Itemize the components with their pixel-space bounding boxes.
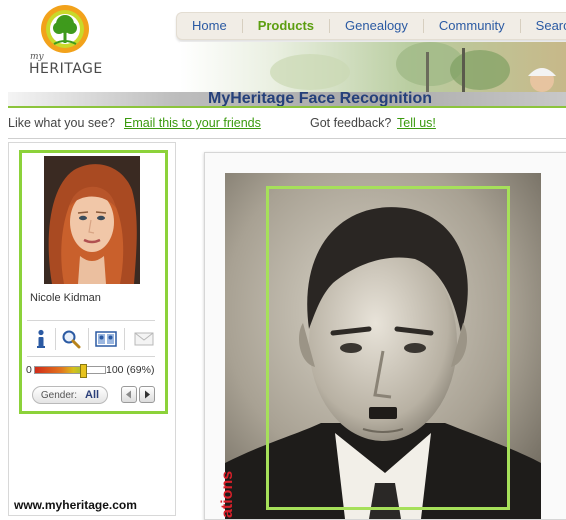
previous-match-button[interactable] [121, 386, 137, 403]
detected-face-box[interactable] [266, 186, 510, 510]
tool-divider [55, 328, 56, 350]
tree-logo-icon [41, 5, 89, 53]
feedback-prompt: Got feedback? [310, 116, 392, 130]
score-max-label: 100 (69%) [106, 364, 155, 376]
gender-label: Gender: [40, 389, 78, 401]
photo-caption: ations [219, 471, 236, 518]
envelope-icon[interactable] [133, 328, 155, 350]
arrow-right-icon [145, 390, 150, 399]
nav-products[interactable]: Products [243, 19, 331, 33]
title-underline [8, 106, 566, 108]
info-icon[interactable] [30, 328, 52, 350]
email-friends-link[interactable]: Email this to your friends [124, 116, 261, 130]
tool-divider [88, 328, 89, 350]
gender-filter-button[interactable]: Gender: All [32, 386, 108, 404]
card-divider [27, 320, 155, 321]
similarity-score-fill [35, 367, 84, 373]
share-prompt: Like what you see? [8, 116, 116, 130]
magnify-icon[interactable] [60, 328, 82, 350]
logo-wordmark: HERITAGE [29, 61, 103, 77]
nav-genealogy[interactable]: Genealogy [330, 19, 424, 33]
header-banner-image [180, 42, 566, 94]
nav-home[interactable]: Home [177, 19, 243, 33]
celebrity-name: Nicole Kidman [30, 292, 101, 304]
similarity-score-marker [80, 364, 88, 378]
gender-value: All [85, 389, 100, 401]
card-divider [27, 356, 155, 357]
divider [8, 138, 566, 139]
nav-community[interactable]: Community [424, 19, 521, 33]
similarity-score-bar [34, 364, 106, 378]
next-match-button[interactable] [139, 386, 155, 403]
photo-caption-text: ations [219, 471, 236, 518]
score-min-label: 0 [26, 364, 32, 376]
site-url-watermark: www.myheritage.com [14, 498, 137, 512]
arrow-left-icon [126, 390, 131, 399]
compare-faces-icon[interactable] [95, 328, 117, 350]
tool-divider [124, 328, 125, 350]
main-nav: Home Products Genealogy Community Search [176, 12, 566, 40]
celebrity-portrait[interactable] [44, 156, 140, 284]
tell-us-link[interactable]: Tell us! [397, 116, 436, 130]
nav-search[interactable]: Search [521, 19, 566, 33]
